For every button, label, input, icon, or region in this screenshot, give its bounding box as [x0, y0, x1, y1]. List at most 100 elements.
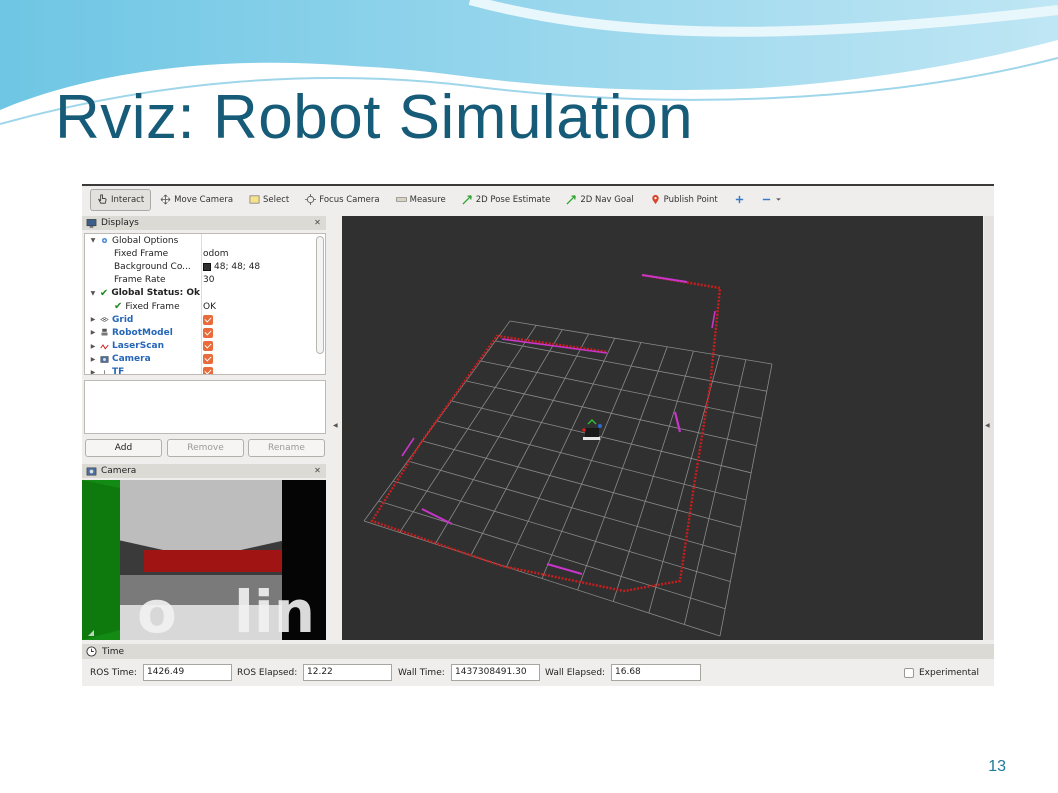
rename-display-button[interactable]: Rename — [248, 439, 325, 457]
move-camera-tool-label: Move Camera — [174, 194, 234, 205]
green-arrow-icon — [566, 195, 577, 205]
checkmark-icon: ✔ — [99, 287, 109, 299]
tree-row-value[interactable]: odom — [203, 249, 229, 259]
tree-row-laser-scan[interactable]: ▶ LaserScan — [85, 340, 325, 353]
right-collapse-strip[interactable]: ◀ — [984, 216, 994, 640]
time-panel-fields: ROS Time: 1426.49 ROS Elapsed: 12.22 Wal… — [82, 663, 994, 683]
focus-camera-tool-button[interactable]: Focus Camera — [298, 189, 386, 211]
ros-time-field[interactable]: 1426.49 — [143, 664, 232, 681]
ruler-icon — [395, 197, 407, 202]
measure-tool-button[interactable]: Measure — [389, 189, 453, 211]
monitor-icon — [86, 218, 97, 228]
add-tool-button[interactable] — [727, 189, 752, 211]
chevron-down-icon — [775, 198, 781, 201]
select-tool-label: Select — [263, 194, 290, 205]
pose-estimate-tool-button[interactable]: 2D Pose Estimate — [455, 189, 558, 211]
publish-point-tool-label: Publish Point — [663, 194, 718, 205]
camera-image-view: o lin — [82, 480, 326, 640]
tree-row-global-status[interactable]: ▼ ✔ Global Status: Ok — [85, 287, 325, 300]
tree-row-robot-model[interactable]: ▶ RobotModel — [85, 326, 325, 339]
tree-row-value[interactable]: 30 — [203, 275, 214, 285]
close-icon[interactable]: ✕ — [313, 466, 322, 475]
collapse-right-arrow-icon[interactable]: ◀ — [985, 422, 990, 429]
ros-elapsed-field[interactable]: 12.22 — [303, 664, 392, 681]
camera-icon — [86, 467, 97, 475]
tree-row-background-color[interactable]: Background Co... 48; 48; 48 — [85, 260, 325, 273]
displays-scrollbar[interactable] — [316, 236, 324, 354]
add-display-button[interactable]: Add — [85, 439, 162, 457]
tree-row-label: Global Status: Ok — [111, 288, 200, 299]
ros-time-label: ROS Time: — [90, 668, 137, 678]
tree-row-frame-rate[interactable]: Frame Rate 30 — [85, 274, 325, 287]
collapse-left-arrow-icon[interactable]: ◀ — [333, 422, 338, 429]
wall-elapsed-label: Wall Elapsed: — [545, 668, 606, 678]
tree-row-grid[interactable]: ▶ Grid — [85, 313, 325, 326]
tree-row-global-options[interactable]: ▼ Global Options — [85, 234, 325, 247]
focus-crosshair-icon — [305, 194, 317, 205]
expand-triangle-icon[interactable]: ▼ — [89, 237, 97, 244]
displays-tree: ▼ Global Options Fixed Frame odom Backgr… — [84, 233, 326, 375]
expand-triangle-icon[interactable]: ▶ — [89, 343, 97, 350]
tree-row-value[interactable]: 48; 48; 48 — [214, 262, 260, 272]
laser-scan-icon — [100, 343, 109, 350]
nav-goal-tool-label: 2D Nav Goal — [580, 194, 634, 205]
experimental-checkbox[interactable] — [904, 668, 914, 678]
camera-icon — [100, 356, 109, 363]
green-arrow-icon — [462, 195, 472, 205]
tree-row-fixed-frame[interactable]: Fixed Frame odom — [85, 247, 325, 260]
tree-row-tf[interactable]: ▶ TF — [85, 366, 325, 375]
camera-panel-header: Camera ✕ — [82, 464, 326, 478]
map-pin-icon — [651, 194, 659, 205]
displays-panel-header: Displays ✕ — [82, 216, 326, 230]
remove-tool-dropdown[interactable] — [754, 189, 789, 211]
select-rectangle-icon — [249, 195, 260, 204]
wall-time-field[interactable]: 1437308491.30 — [451, 664, 540, 681]
interact-tool-button[interactable]: Interact — [90, 188, 152, 211]
rviz-window: Interact Move Camera Select Focus Camera… — [82, 184, 994, 686]
expand-triangle-icon[interactable]: ▶ — [89, 316, 97, 323]
clock-icon — [86, 646, 97, 657]
tree-row-label: Background Co... — [114, 261, 191, 272]
remove-display-button[interactable]: Remove — [167, 439, 244, 457]
pose-estimate-tool-label: 2D Pose Estimate — [475, 194, 551, 205]
display-enable-checkbox[interactable] — [203, 327, 213, 338]
tree-row-value: OK — [203, 301, 216, 312]
tree-row-label: Fixed Frame — [114, 248, 169, 259]
camera-panel-title: Camera — [101, 466, 137, 476]
display-enable-checkbox[interactable] — [203, 341, 213, 352]
hand-pointer-icon — [97, 194, 107, 204]
tree-row-label: LaserScan — [112, 341, 165, 352]
expand-triangle-icon[interactable]: ▶ — [89, 329, 97, 336]
measure-tool-label: Measure — [409, 194, 446, 205]
tree-row-status-fixed-frame[interactable]: ✔ Fixed Frame OK — [85, 300, 325, 313]
plus-icon — [735, 195, 743, 204]
expand-triangle-icon[interactable]: ▶ — [89, 369, 97, 374]
checkmark-icon: ✔ — [114, 301, 123, 313]
slide-page-number: 13 — [988, 758, 1006, 775]
tree-row-label: TF — [112, 367, 125, 375]
grid-icon — [100, 317, 109, 323]
focus-camera-tool-label: Focus Camera — [319, 194, 380, 205]
display-enable-checkbox[interactable] — [203, 367, 213, 374]
publish-point-tool-button[interactable]: Publish Point — [643, 189, 725, 211]
svg-text:lin: lin — [234, 578, 315, 640]
tree-row-label: Camera — [112, 354, 151, 365]
expand-triangle-icon[interactable]: ▼ — [89, 290, 97, 297]
display-enable-checkbox[interactable] — [203, 314, 213, 325]
expand-triangle-icon[interactable]: ▶ — [89, 356, 97, 363]
3d-render-view[interactable] — [342, 216, 983, 640]
move-camera-tool-button[interactable]: Move Camera — [153, 189, 240, 211]
close-icon[interactable]: ✕ — [313, 218, 322, 227]
svg-text:o: o — [137, 578, 177, 640]
time-panel-title: Time — [102, 646, 125, 657]
interact-tool-label: Interact — [111, 194, 145, 205]
tree-row-camera[interactable]: ▶ Camera — [85, 353, 325, 366]
wall-elapsed-field[interactable]: 16.68 — [611, 664, 701, 681]
select-tool-button[interactable]: Select — [242, 189, 296, 211]
wall-time-label: Wall Time: — [398, 668, 445, 678]
display-enable-checkbox[interactable] — [203, 354, 213, 365]
time-panel-header: Time — [82, 644, 994, 659]
tree-row-label: Grid — [112, 314, 134, 325]
nav-goal-tool-button[interactable]: 2D Nav Goal — [559, 189, 640, 211]
color-swatch[interactable] — [203, 262, 211, 271]
